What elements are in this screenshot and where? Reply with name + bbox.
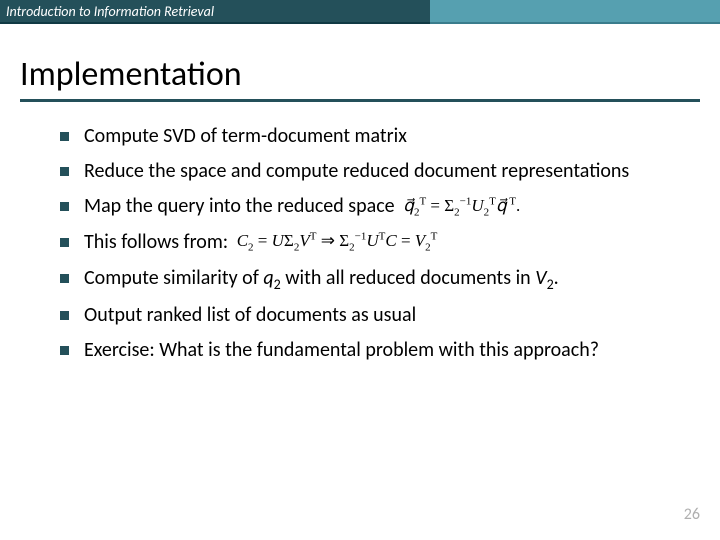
bullet-text: with all reduced documents in — [281, 266, 535, 290]
bullet-text: Exercise: What is the fundamental proble… — [84, 338, 599, 362]
header-accent — [430, 0, 720, 24]
list-item: Reduce the space and compute reduced doc… — [60, 159, 670, 184]
list-item: Compute similarity of q2 with all reduce… — [60, 266, 670, 294]
top-bar: Introduction to Information Retrieval — [0, 0, 720, 24]
math-formula: q⃗2T = Σ2−1U2Tq⃗ T. — [403, 196, 520, 215]
list-item: Exercise: What is the fundamental proble… — [60, 338, 670, 363]
math-sub: 2 — [547, 276, 554, 293]
content: Compute SVD of term-document matrix Redu… — [60, 124, 670, 363]
math-sub: 2 — [274, 276, 281, 293]
page-title: Implementation — [20, 54, 700, 95]
list-item: Output ranked list of documents as usual — [60, 303, 670, 328]
bullet-text: Output ranked list of documents as usual — [84, 303, 416, 327]
bullet-text: . — [554, 266, 559, 290]
bullet-text: Compute SVD of term-document matrix — [84, 124, 407, 148]
header-label: Introduction to Information Retrieval — [0, 0, 430, 24]
slide: Introduction to Information Retrieval Im… — [0, 0, 720, 540]
list-item: Compute SVD of term-document matrix — [60, 124, 670, 149]
bullet-text: Map the query into the reduced space — [84, 194, 395, 218]
math-var: V — [535, 266, 546, 290]
bullet-list: Compute SVD of term-document matrix Redu… — [60, 124, 670, 363]
page-number: 26 — [684, 505, 700, 524]
bullet-text: This follows from: — [84, 230, 228, 254]
bullet-text: Compute similarity of — [84, 266, 263, 290]
math-formula: C2 = UΣ2VT ⇒ Σ2−1UTC = V2T — [237, 231, 438, 250]
list-item: This follows from: C2 = UΣ2VT ⇒ Σ2−1UTC … — [60, 230, 670, 256]
math-var: q — [263, 266, 273, 290]
title-block: Implementation — [20, 54, 700, 102]
list-item: Map the query into the reduced space q⃗2… — [60, 194, 670, 220]
bullet-text: Reduce the space and compute reduced doc… — [84, 159, 629, 183]
